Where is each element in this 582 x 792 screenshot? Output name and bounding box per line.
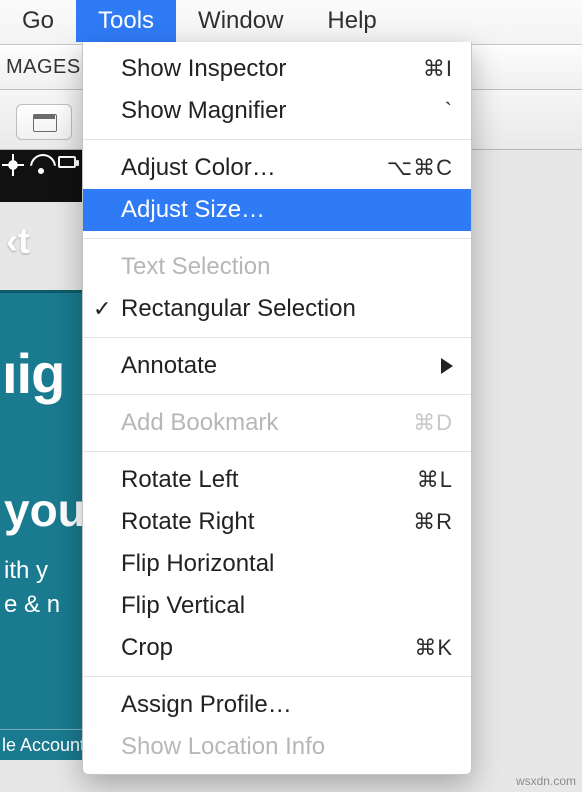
menu-item-add-bookmark: Add Bookmark ⌘D <box>83 402 471 444</box>
menu-go[interactable]: Go <box>0 0 76 42</box>
menu-item-shortcut: ⌘K <box>373 635 453 661</box>
menu-item-show-inspector[interactable]: Show Inspector ⌘I <box>83 48 471 90</box>
tools-menu-dropdown: Show Inspector ⌘I Show Magnifier ` Adjus… <box>82 42 472 775</box>
brightness-icon <box>2 154 24 176</box>
background-line-2: e & n <box>4 591 60 619</box>
menu-separator <box>83 451 471 452</box>
menu-item-rectangular-selection[interactable]: ✓ Rectangular Selection <box>83 288 471 330</box>
menu-item-rotate-left[interactable]: Rotate Left ⌘L <box>83 459 471 501</box>
menu-item-shortcut: ⌥⌘C <box>373 155 453 181</box>
menu-item-crop[interactable]: Crop ⌘K <box>83 627 471 669</box>
menu-item-label: Show Magnifier <box>121 97 373 125</box>
menubar: Go Tools Window Help <box>0 0 582 42</box>
menu-item-show-magnifier[interactable]: Show Magnifier ` <box>83 90 471 132</box>
menu-item-shortcut: ⌘L <box>373 467 453 493</box>
menu-item-flip-horizontal[interactable]: Flip Horizontal <box>83 543 471 585</box>
menu-item-label: Crop <box>121 634 373 662</box>
menu-item-label: Rectangular Selection <box>121 295 453 323</box>
menu-item-label: Assign Profile… <box>121 691 453 719</box>
menu-item-shortcut: ⌘D <box>373 410 453 436</box>
menu-tools-label: Tools <box>98 7 154 35</box>
menu-item-shortcut: ⌘I <box>373 56 453 82</box>
watermark: wsxdn.com <box>516 774 576 788</box>
menu-item-show-location-info: Show Location Info <box>83 726 471 768</box>
menu-item-label: Rotate Left <box>121 466 373 494</box>
submenu-arrow-icon <box>441 358 453 374</box>
menu-item-label: Text Selection <box>121 253 453 281</box>
menu-item-label: Show Inspector <box>121 55 373 83</box>
menu-item-label: Adjust Size… <box>121 196 373 224</box>
toolbar-sidebar-button[interactable] <box>16 104 72 140</box>
background-dark-strip <box>0 150 85 202</box>
background-heading-2: you <box>4 483 86 537</box>
menu-separator <box>83 337 471 338</box>
menu-item-shortcut: ` <box>373 98 453 124</box>
menu-item-label: Rotate Right <box>121 508 373 536</box>
menu-item-annotate[interactable]: Annotate <box>83 345 471 387</box>
menu-item-shortcut: ⌘R <box>373 509 453 535</box>
battery-icon <box>58 156 76 168</box>
menu-item-assign-profile[interactable]: Assign Profile… <box>83 684 471 726</box>
menu-item-label: Flip Horizontal <box>121 550 453 578</box>
menu-item-label: Adjust Color… <box>121 154 373 182</box>
background-divider <box>0 729 85 730</box>
menu-help[interactable]: Help <box>305 0 398 42</box>
menu-separator <box>83 676 471 677</box>
menu-separator <box>83 238 471 239</box>
menu-item-flip-vertical[interactable]: Flip Vertical <box>83 585 471 627</box>
menu-tools[interactable]: Tools <box>76 0 176 42</box>
tab-title: MAGES <box>6 56 81 79</box>
menu-window-label: Window <box>198 7 283 35</box>
menu-go-label: Go <box>22 7 54 35</box>
menu-item-label: Flip Vertical <box>121 592 453 620</box>
checkmark-icon: ✓ <box>93 296 111 322</box>
menu-separator <box>83 394 471 395</box>
menu-item-rotate-right[interactable]: Rotate Right ⌘R <box>83 501 471 543</box>
menu-item-adjust-color[interactable]: Adjust Color… ⌥⌘C <box>83 147 471 189</box>
menu-item-label: Add Bookmark <box>121 409 373 437</box>
wifi-icon <box>30 154 52 176</box>
menu-item-adjust-size[interactable]: Adjust Size… <box>83 189 471 231</box>
background-line-1: ith y <box>4 557 48 585</box>
background-teal-panel: ıig you ith y e & n le Account to use <box>0 290 85 760</box>
menu-item-label: Show Location Info <box>121 733 453 761</box>
menu-help-label: Help <box>327 7 376 35</box>
background-heading-1: ıig <box>2 341 64 406</box>
menu-window[interactable]: Window <box>176 0 305 42</box>
background-text-fragment: ‹t <box>6 220 30 262</box>
menu-item-text-selection: Text Selection <box>83 246 471 288</box>
menu-separator <box>83 139 471 140</box>
menu-item-label: Annotate <box>121 352 453 380</box>
